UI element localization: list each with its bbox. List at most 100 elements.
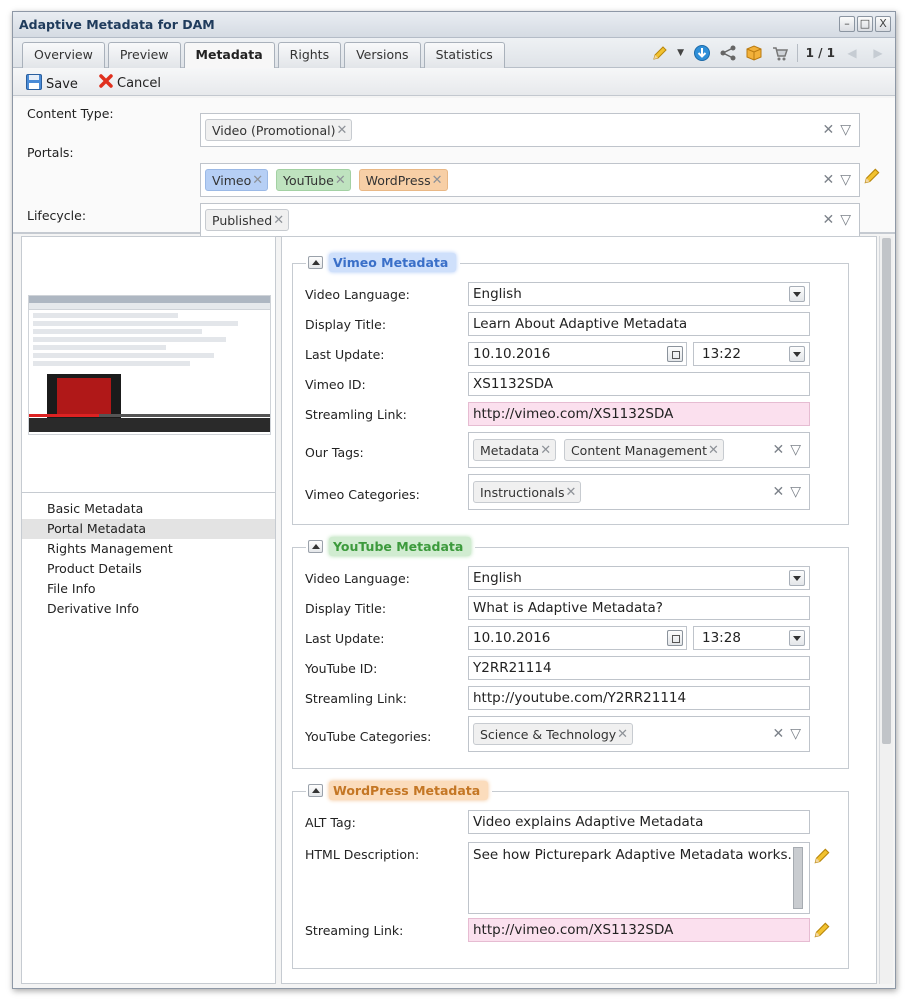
- dropdown-arrow-icon[interactable]: [789, 570, 805, 586]
- nav-item-product-details[interactable]: Product Details: [22, 559, 275, 579]
- nav-item-rights-management[interactable]: Rights Management: [22, 539, 275, 559]
- time-value: 13:28: [702, 630, 741, 646]
- vimeo-categories-label: Vimeo Categories:: [305, 487, 420, 502]
- tab-statistics[interactable]: Statistics: [423, 42, 505, 68]
- html-description-row: HTML Description: See how Picturepark Ad…: [305, 842, 830, 916]
- html-description-textarea[interactable]: See how Picturepark Adaptive Metadata wo…: [468, 842, 810, 914]
- video-language-select[interactable]: English: [468, 282, 810, 306]
- date-value: 10.10.2016: [473, 630, 551, 646]
- tab-preview[interactable]: Preview: [107, 42, 181, 68]
- streaming-link-input[interactable]: http://vimeo.com/XS1132SDA: [468, 918, 810, 942]
- calendar-icon[interactable]: [667, 630, 683, 646]
- last-update-date-input[interactable]: 10.10.2016: [468, 342, 687, 366]
- next-icon[interactable]: ▶: [869, 44, 887, 62]
- collapse-button[interactable]: [308, 784, 323, 797]
- dropdown-icon[interactable]: ▽: [790, 726, 801, 742]
- remove-tag-icon[interactable]: ✕: [336, 123, 347, 138]
- vimeo-id-label: Vimeo ID:: [305, 377, 366, 392]
- cancel-button[interactable]: Cancel: [98, 73, 161, 93]
- streaming-link-label: Streamling Link:: [305, 691, 407, 706]
- nav-item-portal-metadata[interactable]: Portal Metadata: [22, 519, 275, 539]
- remove-tag-icon[interactable]: ✕: [540, 443, 551, 458]
- dropdown-icon[interactable]: ▽: [790, 442, 801, 458]
- lifecycle-field[interactable]: Published ✕ ✕ ▽: [200, 203, 860, 237]
- tab-rights[interactable]: Rights: [277, 42, 342, 68]
- video-language-select[interactable]: English: [468, 566, 810, 590]
- nav-item-basic-metadata[interactable]: Basic Metadata: [22, 499, 275, 519]
- vimeo-id-row: Vimeo ID: XS1132SDA: [305, 372, 830, 398]
- dropdown-arrow-icon[interactable]: [789, 346, 805, 362]
- pencil-icon[interactable]: [651, 44, 669, 62]
- vimeo-id-input[interactable]: XS1132SDA: [468, 372, 810, 396]
- category-tag[interactable]: Science & Technology ✕: [473, 723, 634, 745]
- pager-text: 1 / 1: [805, 46, 835, 60]
- content-type-tag[interactable]: Video (Promotional) ✕: [205, 119, 353, 141]
- section-nav: Basic Metadata Portal Metadata Rights Ma…: [22, 499, 275, 619]
- lifecycle-tag[interactable]: Published ✕: [205, 209, 290, 231]
- nav-item-file-info[interactable]: File Info: [22, 579, 275, 599]
- collapse-button[interactable]: [308, 256, 323, 269]
- cart-icon[interactable]: [771, 44, 789, 62]
- tab-metadata[interactable]: Metadata: [183, 42, 275, 69]
- last-update-time-select[interactable]: 13:28: [693, 626, 810, 650]
- textarea-scrollbar[interactable]: [793, 847, 803, 909]
- tag-content-management[interactable]: Content Management ✕: [563, 439, 724, 461]
- preview-thumbnail[interactable]: [28, 295, 271, 435]
- dropdown-arrow-icon[interactable]: [789, 630, 805, 646]
- streaming-link-input[interactable]: http://youtube.com/Y2RR21114: [468, 686, 810, 710]
- tab-overview[interactable]: Overview: [22, 42, 105, 68]
- dropdown-icon[interactable]: ▽: [840, 212, 851, 228]
- share-icon[interactable]: [719, 44, 737, 62]
- maximize-button[interactable]: □: [857, 16, 873, 32]
- wordpress-metadata-group: WordPress Metadata ALT Tag: Video explai…: [292, 781, 849, 969]
- download-icon[interactable]: [693, 44, 711, 62]
- remove-tag-icon[interactable]: ✕: [708, 443, 719, 458]
- save-icon: [25, 73, 43, 95]
- display-title-input[interactable]: What is Adaptive Metadata?: [468, 596, 810, 620]
- calendar-icon[interactable]: [667, 346, 683, 362]
- edit-pencil-icon[interactable]: [812, 846, 832, 866]
- dropdown-arrow-icon[interactable]: ▼: [677, 44, 685, 62]
- collapse-button[interactable]: [308, 540, 323, 553]
- dropdown-icon[interactable]: ▽: [840, 122, 851, 138]
- clear-icon[interactable]: ✕: [772, 442, 784, 458]
- remove-tag-icon[interactable]: ✕: [617, 727, 628, 742]
- field-controls: ✕ ▽: [772, 484, 801, 500]
- panel-scrollbar[interactable]: [879, 236, 893, 984]
- clear-icon[interactable]: ✕: [822, 122, 834, 138]
- scrollbar-thumb[interactable]: [882, 238, 891, 744]
- dropdown-arrow-icon[interactable]: [789, 286, 805, 302]
- close-button[interactable]: X: [875, 16, 891, 32]
- prev-icon[interactable]: ◀: [843, 44, 861, 62]
- our-tags-field[interactable]: Metadata ✕ Content Management ✕ ✕ ▽: [468, 432, 810, 468]
- content-type-row: Content Type: Video (Promotional) ✕ ✕ ▽: [13, 102, 895, 147]
- category-tag[interactable]: Instructionals ✕: [473, 481, 582, 503]
- package-icon[interactable]: [745, 44, 763, 62]
- save-button[interactable]: Save: [25, 73, 78, 95]
- nav-item-derivative-info[interactable]: Derivative Info: [22, 599, 275, 619]
- minimize-button[interactable]: –: [839, 16, 855, 32]
- vimeo-categories-field[interactable]: Instructionals ✕ ✕ ▽: [468, 474, 810, 510]
- dropdown-icon[interactable]: ▽: [790, 484, 801, 500]
- youtube-id-input[interactable]: Y2RR21114: [468, 656, 810, 680]
- remove-tag-icon[interactable]: ✕: [566, 485, 577, 500]
- collapse-icon: [311, 788, 320, 793]
- metadata-panel: Vimeo Metadata Video Language: English D…: [281, 236, 877, 984]
- wordpress-streaming-row: Streaming Link: http://vimeo.com/XS1132S…: [305, 918, 830, 944]
- action-toolbar: Save Cancel: [13, 68, 895, 96]
- tag-metadata[interactable]: Metadata ✕: [473, 439, 557, 461]
- display-title-input[interactable]: Learn About Adaptive Metadata: [468, 312, 810, 336]
- alt-tag-input[interactable]: Video explains Adaptive Metadata: [468, 810, 810, 834]
- tab-versions[interactable]: Versions: [344, 42, 421, 68]
- streaming-link-input[interactable]: http://vimeo.com/XS1132SDA: [468, 402, 810, 426]
- clear-icon[interactable]: ✕: [772, 484, 784, 500]
- clear-icon[interactable]: ✕: [822, 212, 834, 228]
- tag-label: Content Management: [570, 442, 707, 458]
- edit-pencil-icon[interactable]: [812, 920, 832, 940]
- last-update-date-input[interactable]: 10.10.2016: [468, 626, 687, 650]
- last-update-time-select[interactable]: 13:22: [693, 342, 810, 366]
- video-language-row: Video Language: English: [305, 566, 830, 592]
- youtube-categories-field[interactable]: Science & Technology ✕ ✕ ▽: [468, 716, 810, 752]
- remove-tag-icon[interactable]: ✕: [273, 213, 284, 228]
- clear-icon[interactable]: ✕: [772, 726, 784, 742]
